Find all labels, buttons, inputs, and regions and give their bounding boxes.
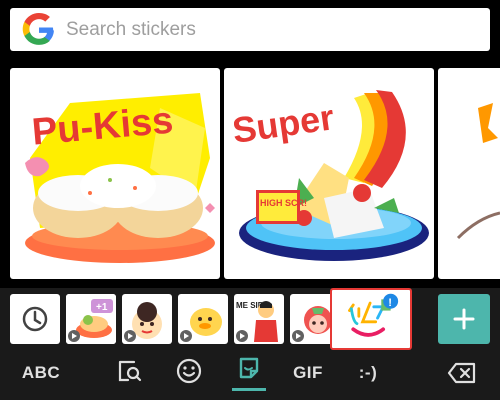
abc-keyboard-button[interactable]: ABC (18, 358, 64, 388)
search-emoji-button[interactable] (112, 356, 146, 386)
smiley-icon (176, 358, 202, 384)
sticker-pack-strip: +1 ME SIP ! (0, 288, 500, 352)
sticker-super[interactable]: Super HIGH SCR! (224, 68, 434, 279)
sticker-super-badge: HIGH SCR! (260, 198, 307, 208)
pack-4-thumbnail: ME SIP (236, 301, 278, 342)
pack-recent[interactable] (10, 294, 60, 344)
pack-3[interactable] (178, 294, 228, 344)
pack-6-selected[interactable]: ! (330, 288, 412, 350)
sticker-icon (239, 357, 259, 379)
gif-tab[interactable]: GIF (288, 358, 328, 388)
emoticon-tab[interactable]: :-) (348, 358, 388, 388)
pack-4[interactable]: ME SIP (234, 294, 284, 344)
pack-2[interactable] (122, 294, 172, 344)
backspace-icon (447, 362, 476, 384)
sticker-super-text: Super (230, 96, 337, 151)
pack-2-thumbnail (124, 302, 162, 342)
sticker-partial[interactable] (438, 68, 500, 279)
sticker-partial-image (456, 103, 500, 240)
gif-label: GIF (293, 363, 323, 382)
pack-3-thumbnail (180, 308, 222, 342)
pack-6-thumbnail: ! (342, 293, 400, 345)
backspace-button[interactable] (444, 358, 480, 388)
search-bar[interactable] (10, 8, 490, 51)
sticker-pu-kiss-image: Pu-Kiss (25, 93, 215, 263)
emoji-search-icon (118, 360, 142, 382)
sticker-tab[interactable] (232, 354, 266, 384)
sticker-pu-kiss[interactable]: Pu-Kiss (10, 68, 220, 279)
sticker-super-image: Super HIGH SCR! (230, 90, 429, 261)
google-icon (22, 12, 54, 45)
active-tab-indicator (232, 388, 266, 391)
clock-icon (22, 306, 48, 332)
pack-1-thumbnail: +1 (66, 294, 116, 344)
emoticon-label: :-) (358, 363, 378, 382)
add-sticker-pack-button[interactable] (438, 294, 490, 344)
sticker-keyboard: Pu-Kiss Super (0, 0, 500, 400)
plus-icon (453, 308, 475, 330)
pack-1[interactable]: +1 (66, 294, 116, 344)
pack-6-badge: ! (388, 297, 392, 309)
abc-label: ABC (21, 363, 61, 382)
emoji-tab[interactable] (172, 356, 206, 386)
pack-1-badge: +1 (96, 302, 108, 313)
search-input[interactable] (66, 18, 466, 41)
